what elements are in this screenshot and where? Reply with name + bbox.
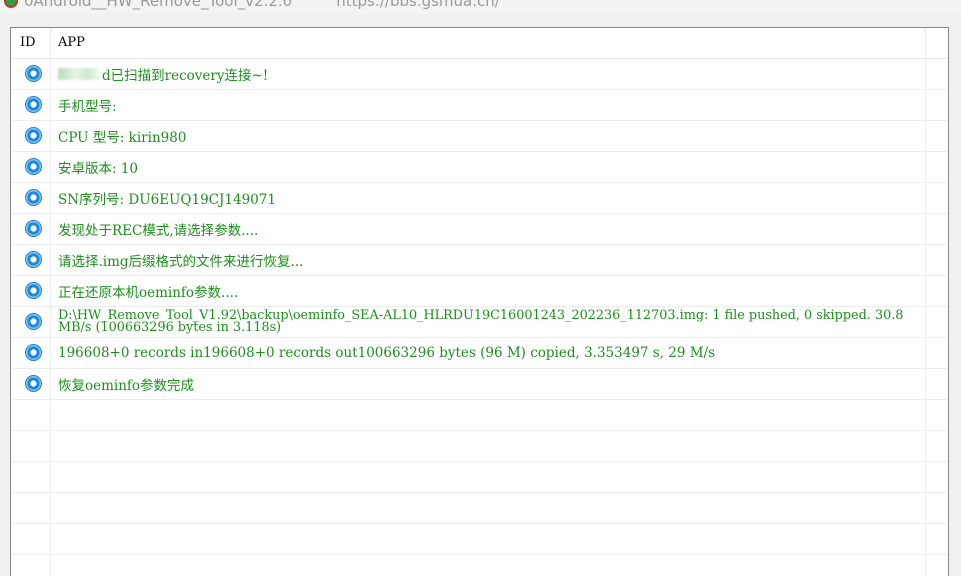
info-circle-icon — [25, 313, 42, 330]
row-text: d已扫描到recovery连接~! — [102, 67, 269, 84]
list-item[interactable]: 手机型号: — [11, 89, 948, 120]
window-title: 0Android__HW_Remove_Tool_v2.2.0 — [24, 0, 293, 10]
row-text: 恢复oeminfo参数完成 — [58, 377, 195, 394]
info-circle-icon — [25, 375, 42, 392]
list-item[interactable]: 安卓版本: 10 — [11, 151, 948, 182]
app-icon — [4, 0, 18, 8]
title-bar: 0Android__HW_Remove_Tool_v2.2.0 https://… — [0, 0, 961, 14]
list-item[interactable]: CPU 型号: kirin980 — [11, 120, 948, 151]
row-text: D:\HW_Remove_Tool_V1.92\backup\oeminfo_S… — [58, 307, 904, 335]
column-header-id[interactable]: ID — [20, 28, 36, 58]
log-listview[interactable]: ID APP d已扫描到recovery连接~! 手机型号: CPU 型号: k… — [10, 27, 949, 576]
list-item[interactable]: 发现处于REC模式,请选择参数.... — [11, 213, 948, 244]
column-header-app[interactable]: APP — [58, 28, 85, 58]
list-item[interactable]: 正在还原本机oeminfo参数.... — [11, 275, 948, 306]
list-item[interactable]: 196608+0 records in196608+0 records out1… — [11, 337, 948, 368]
info-circle-icon — [25, 158, 42, 175]
row-text: 发现处于REC模式,请选择参数.... — [58, 222, 259, 239]
row-text: CPU 型号: kirin980 — [58, 129, 187, 146]
info-circle-icon — [25, 251, 42, 268]
row-text: 手机型号: — [58, 98, 117, 115]
list-item[interactable]: SN序列号: DU6EUQ19CJ149071 — [11, 182, 948, 213]
window-url: https://bbs.gsmua.cn/ — [336, 0, 500, 10]
info-circle-icon — [25, 220, 42, 237]
row-text: 196608+0 records in196608+0 records out1… — [58, 344, 716, 361]
row-text: 请选择.img后缀格式的文件来进行恢复... — [58, 253, 304, 270]
info-circle-icon — [25, 282, 42, 299]
list-item[interactable]: D:\HW_Remove_Tool_V1.92\backup\oeminfo_S… — [11, 306, 948, 337]
info-circle-icon — [25, 344, 42, 361]
list-item[interactable]: d已扫描到recovery连接~! — [11, 58, 948, 89]
row-text: SN序列号: DU6EUQ19CJ149071 — [58, 191, 276, 208]
info-circle-icon — [25, 96, 42, 113]
row-text: 正在还原本机oeminfo参数.... — [58, 284, 239, 301]
info-circle-icon — [25, 127, 42, 144]
redacted-text — [58, 67, 100, 80]
row-text: 安卓版本: 10 — [58, 160, 139, 177]
list-header: ID APP — [11, 28, 948, 58]
info-circle-icon — [25, 189, 42, 206]
info-circle-icon — [25, 65, 42, 82]
list-item[interactable]: 请选择.img后缀格式的文件来进行恢复... — [11, 244, 948, 275]
list-item[interactable]: 恢复oeminfo参数完成 — [11, 368, 948, 399]
